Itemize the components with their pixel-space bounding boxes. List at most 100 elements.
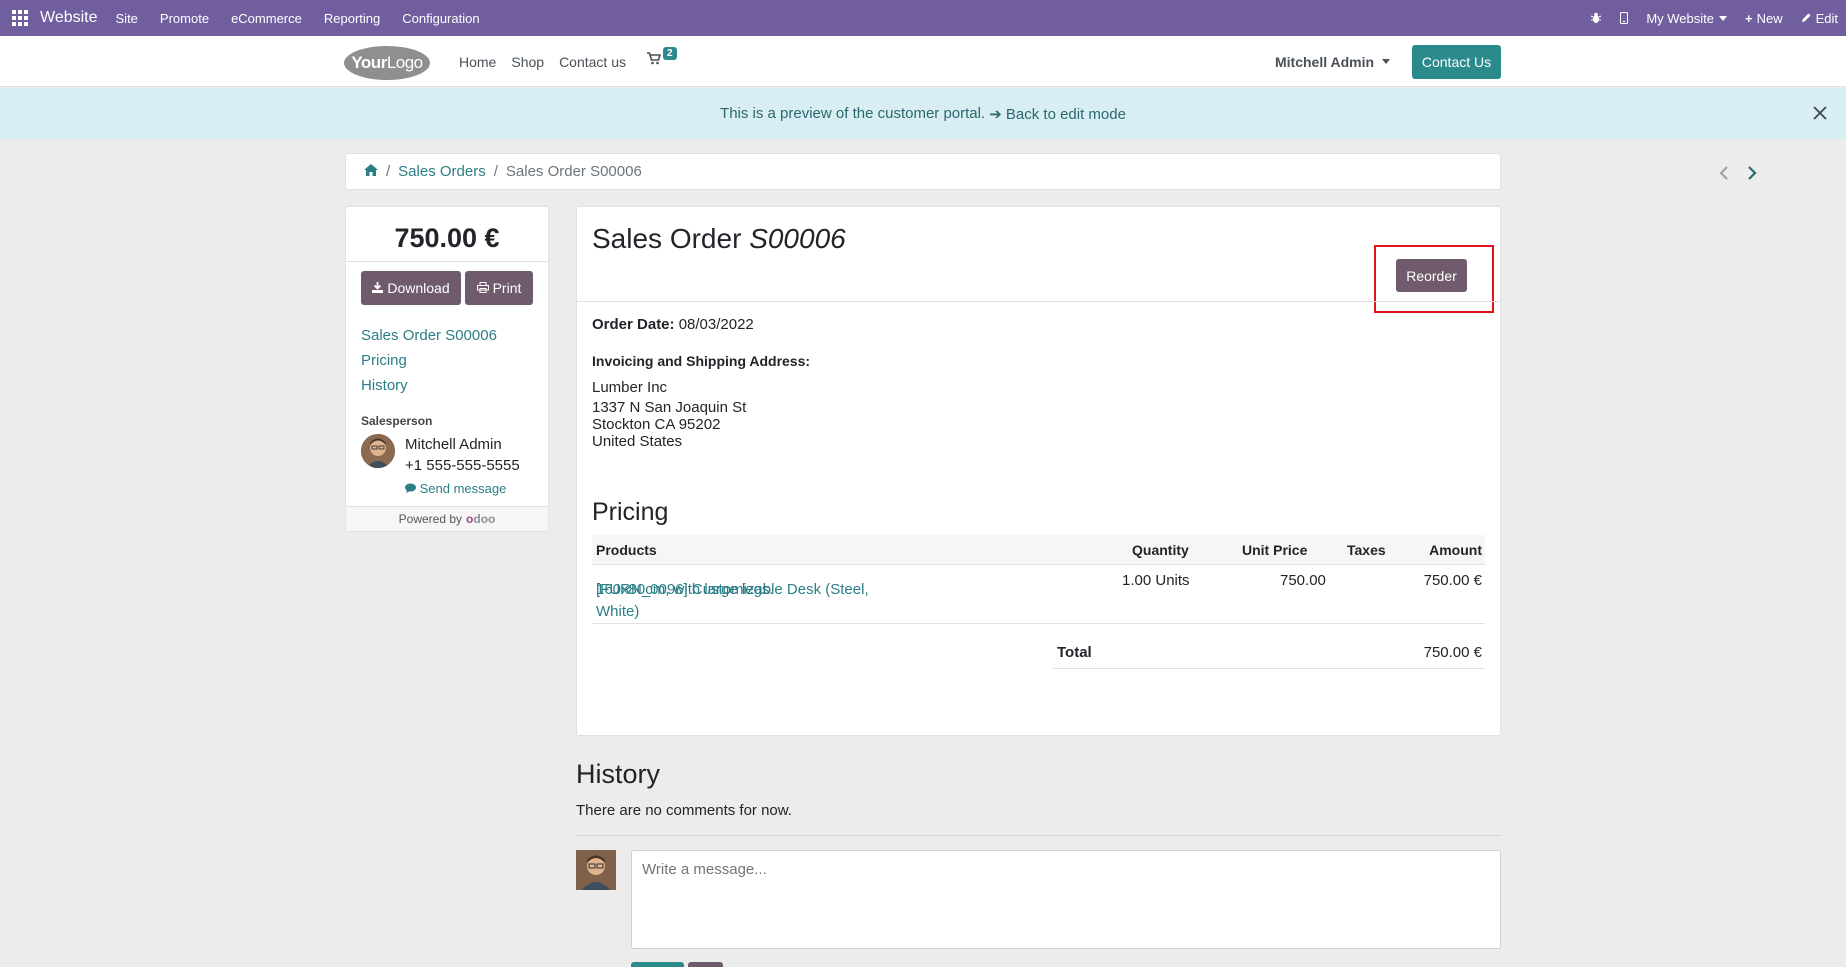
contact-us-button[interactable]: Contact Us — [1412, 45, 1501, 79]
menu-site[interactable]: Site — [116, 11, 138, 26]
nav-shop[interactable]: Shop — [511, 54, 544, 70]
breadcrumb: / Sales Orders / Sales Order S00006 — [345, 153, 1757, 190]
chevron-left-icon[interactable] — [1719, 165, 1729, 180]
user-name: Mitchell Admin — [1275, 53, 1375, 70]
breadcrumb-separator: / — [386, 163, 391, 180]
logo-rest-text: Logo — [386, 53, 423, 72]
back-to-edit-label: Back to edit mode — [1005, 105, 1126, 123]
home-icon[interactable] — [364, 163, 378, 180]
website-selector[interactable]: My Website — [1646, 11, 1727, 26]
address-street: 1337 N San Joaquin St — [592, 399, 747, 416]
user-avatar — [576, 850, 616, 890]
sidebar-amount: 750.00 € — [346, 207, 548, 262]
cart-count-badge: 2 — [663, 47, 677, 60]
order-sidebar: 750.00 € Download Print Sales Order S000… — [345, 206, 549, 532]
nav-home[interactable]: Home — [459, 54, 496, 70]
comment-icon — [405, 481, 420, 496]
address-label: Invoicing and Shipping Address: — [592, 353, 811, 369]
order-date-label: Order Date: — [592, 316, 675, 333]
download-button[interactable]: Download — [361, 271, 461, 305]
salesperson-name: Mitchell Admin — [405, 436, 502, 453]
salesperson-label: Salesperson — [361, 414, 433, 428]
sidebar-nav: Sales Order S00006 Pricing History — [361, 326, 497, 401]
total-amount: 750.00 € — [1423, 644, 1482, 661]
nav-contact-us[interactable]: Contact us — [559, 54, 626, 70]
salesperson-phone: +1 555-555-5555 — [405, 457, 520, 474]
website-selector-label: My Website — [1646, 10, 1714, 26]
product-link[interactable]: [FURN_0096] Customizable Desk (Steel, Wh… — [596, 572, 916, 620]
edit-label: Edit — [1815, 10, 1838, 26]
line-quantity: 1.00 Units — [1122, 572, 1190, 589]
alert-text: This is a preview of the customer portal… — [720, 105, 986, 122]
history-empty-text: There are no comments for now. — [576, 802, 792, 819]
sidebar-item-history[interactable]: History — [361, 376, 497, 401]
powered-by-label: Powered by — [398, 512, 463, 526]
address-company: Lumber Inc — [592, 379, 668, 396]
reorder-highlight-box: Reorder — [1374, 245, 1494, 313]
history-divider — [576, 835, 1501, 836]
edit-button[interactable]: Edit — [1801, 11, 1838, 26]
powered-by: Powered by odoo — [346, 506, 548, 531]
pricing-title: Pricing — [592, 498, 669, 526]
attach-button[interactable] — [688, 962, 723, 967]
logo-bold-text: Your — [351, 53, 387, 72]
history-title: History — [576, 759, 661, 789]
total-label: Total — [1057, 644, 1092, 661]
sidebar-item-pricing[interactable]: Pricing — [361, 351, 497, 376]
order-title-prefix: Sales Order — [592, 223, 742, 254]
message-input[interactable] — [631, 850, 1501, 949]
back-to-edit-link[interactable]: ➔ Back to edit mode — [989, 105, 1126, 123]
admin-topbar: Website Site Promote eCommerce Reporting… — [0, 0, 1846, 36]
cart-link[interactable]: 2 — [647, 47, 677, 68]
new-button[interactable]: + New — [1745, 11, 1783, 26]
pricing-table-header: Products Quantity Unit Price Taxes Amoun… — [592, 535, 1485, 565]
salesperson-avatar — [361, 434, 395, 468]
line-amount: 750.00 € — [1423, 572, 1482, 589]
close-icon[interactable] — [1808, 101, 1832, 125]
odoo-logo[interactable]: odoo — [466, 512, 495, 526]
arrow-right-icon: ➔ — [989, 105, 1002, 123]
order-number: S00006 — [749, 223, 846, 254]
preview-alert: This is a preview of the customer portal… — [0, 88, 1846, 139]
debug-bug-icon[interactable] — [1590, 12, 1602, 24]
total-row: Total 750.00 € — [1053, 624, 1485, 669]
print-label: Print — [492, 280, 522, 296]
send-button[interactable] — [631, 962, 684, 967]
chevron-down-icon — [1382, 59, 1391, 64]
address-block: Lumber Inc 1337 N San Joaquin St Stockto… — [592, 379, 746, 450]
print-button[interactable]: Print — [465, 271, 533, 305]
user-menu[interactable]: Mitchell Admin — [1275, 36, 1391, 87]
address-city: Stockton CA 95202 — [592, 416, 721, 433]
cart-icon — [647, 52, 662, 68]
chevron-right-icon[interactable] — [1747, 165, 1757, 180]
apps-menu-icon[interactable] — [0, 0, 40, 36]
send-message-label: Send message — [419, 481, 507, 496]
pencil-icon — [1801, 11, 1812, 26]
column-taxes: Taxes — [1347, 542, 1386, 558]
product-variant: 160x80cm, with large legs. — [596, 581, 774, 598]
download-icon — [372, 280, 384, 296]
header-divider — [577, 301, 1500, 302]
sales-order-card: Sales Order S00006 Reorder Order Date: 0… — [576, 206, 1501, 736]
menu-ecommerce[interactable]: eCommerce — [231, 11, 302, 26]
column-quantity: Quantity — [1132, 542, 1189, 558]
menu-promote[interactable]: Promote — [160, 11, 209, 26]
menu-reporting[interactable]: Reporting — [324, 11, 380, 26]
record-pager — [1719, 154, 1775, 191]
line-unit-price: 750.00 — [1280, 572, 1326, 589]
column-products: Products — [596, 542, 657, 558]
column-unit-price: Unit Price — [1242, 542, 1308, 558]
send-message-link[interactable]: Send message — [405, 481, 506, 496]
odoo-logo-rest: doo — [473, 512, 496, 526]
plus-icon: + — [1744, 10, 1753, 26]
app-brand[interactable]: Website — [40, 9, 98, 27]
breadcrumb-separator: / — [493, 163, 498, 180]
print-icon — [476, 280, 489, 296]
site-logo[interactable]: Your Logo — [344, 46, 430, 80]
reorder-button[interactable]: Reorder — [1396, 259, 1467, 292]
menu-configuration[interactable]: Configuration — [402, 11, 479, 26]
order-title: Sales Order S00006 — [592, 223, 846, 255]
breadcrumb-sales-orders[interactable]: Sales Orders — [398, 163, 486, 180]
mobile-preview-icon[interactable] — [1620, 12, 1629, 24]
sidebar-item-sales-order[interactable]: Sales Order S00006 — [361, 326, 497, 351]
